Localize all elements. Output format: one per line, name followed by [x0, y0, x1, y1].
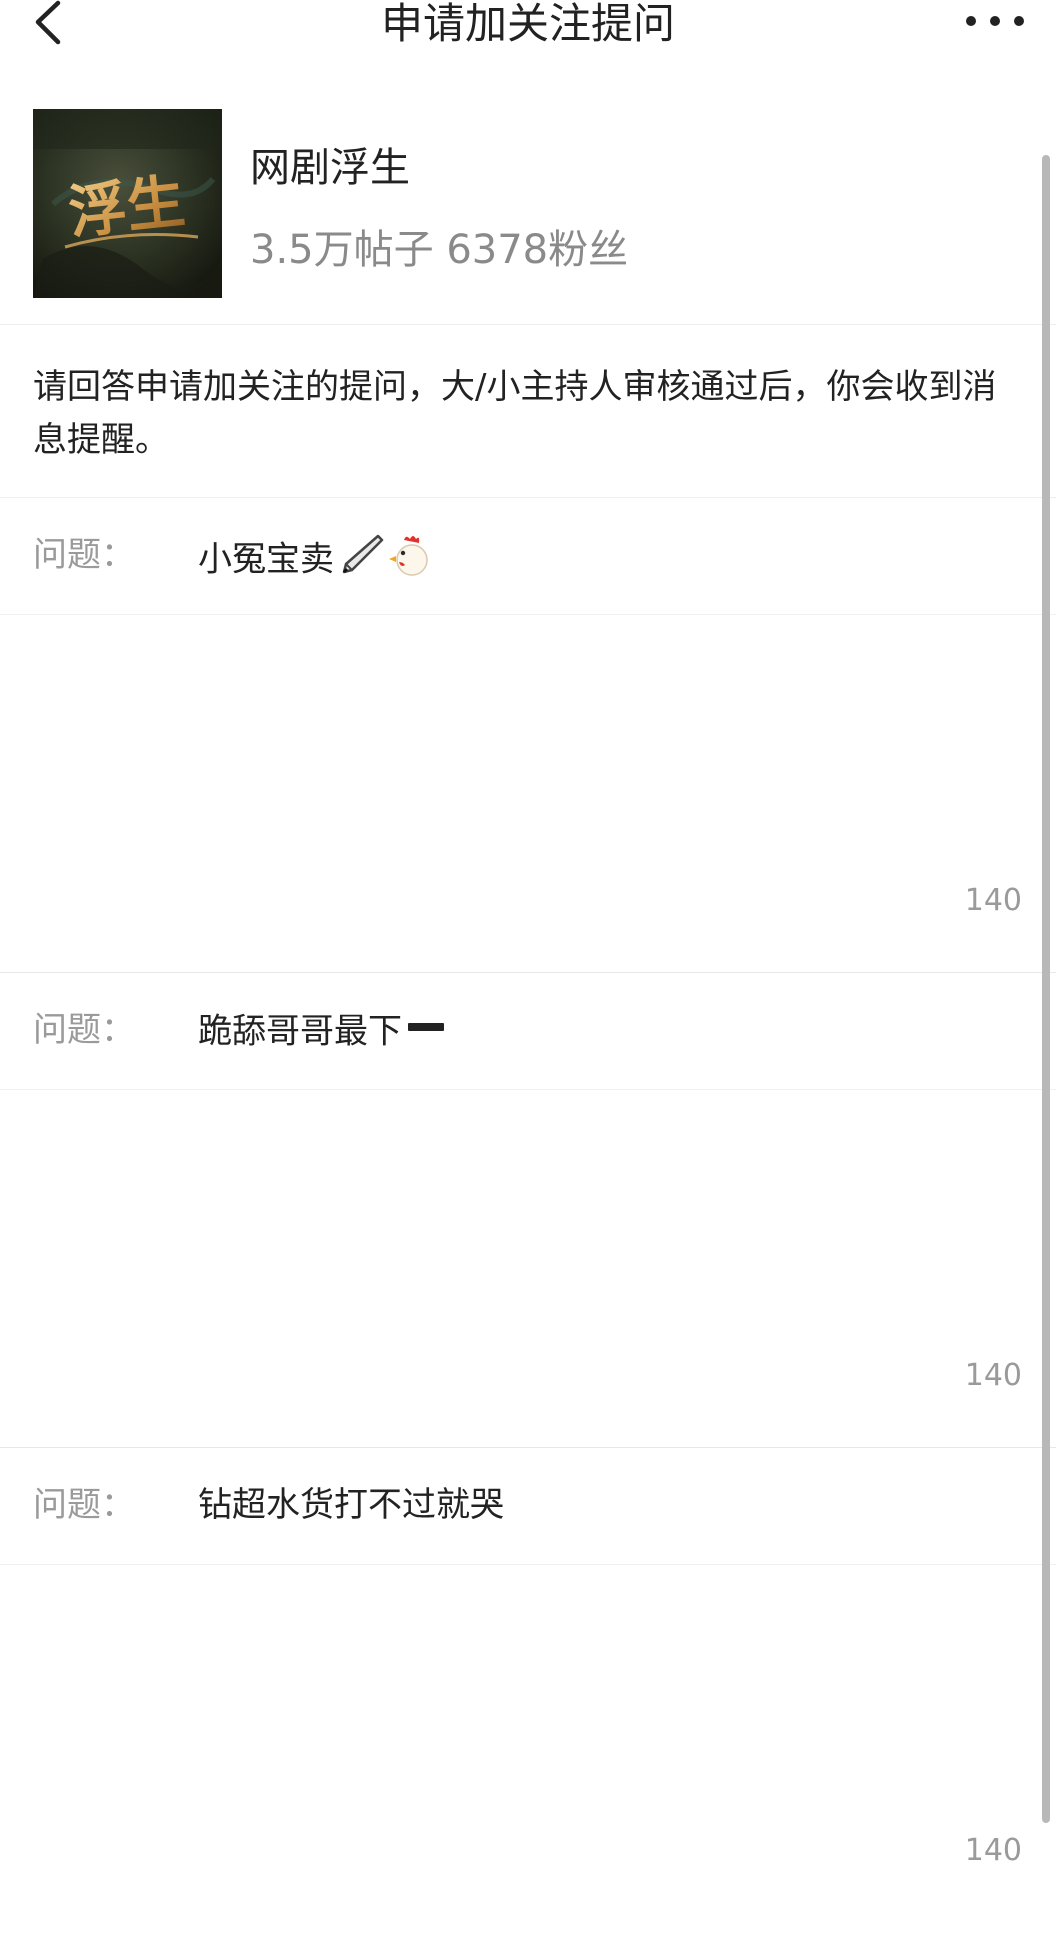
question-text-content: 钻超水货打不过就哭 [198, 1485, 504, 1525]
scrollbar[interactable] [1042, 155, 1050, 1823]
chicken-icon [388, 532, 434, 590]
question-block-3: 问题： 钻超水货打不过就哭 140 [0, 1448, 1056, 1942]
question-text: 跪舔哥哥最下 [198, 1007, 446, 1059]
page-title: 申请加关注提问 [380, 0, 675, 48]
question-label: 问题： [33, 1485, 135, 1525]
navigation-bar: 申请加关注提问 [0, 0, 1056, 81]
group-avatar-image: 浮生 [33, 109, 222, 298]
more-dots-icon [966, 16, 1024, 26]
char-counter: 140 [964, 1358, 1022, 1393]
group-stats: 3.5万帖子 6378粉丝 [250, 227, 629, 273]
page-content: 浮生 网剧浮生 3.5万帖子 6378粉丝 请回答申请加关注的提问，大/小主持人… [0, 80, 1056, 1942]
group-profile[interactable]: 浮生 网剧浮生 3.5万帖子 6378粉丝 [0, 80, 1056, 325]
char-counter: 140 [964, 1833, 1022, 1868]
answer-input[interactable] [0, 1565, 1056, 1801]
more-button[interactable] [960, 0, 1030, 44]
notice-text: 请回答申请加关注的提问，大/小主持人审核通过后，你会收到消息提醒。 [33, 367, 997, 460]
question-block-1: 问题： 小冤宝卖 140 [0, 498, 1056, 973]
question-text: 钻超水货打不过就哭 [198, 1482, 504, 1528]
answer-input[interactable] [0, 615, 1056, 851]
question-row: 问题： 跪舔哥哥最下 [0, 973, 1056, 1090]
question-row: 问题： 钻超水货打不过就哭 [0, 1448, 1056, 1565]
group-avatar[interactable]: 浮生 [33, 109, 222, 298]
question-label: 问题： [33, 535, 135, 575]
question-text-content: 小冤宝卖 [198, 539, 334, 580]
notice-section: 请回答申请加关注的提问，大/小主持人审核通过后，你会收到消息提醒。 [0, 325, 1056, 498]
answer-input[interactable] [0, 1090, 1056, 1326]
minus-icon [406, 1007, 446, 1059]
question-row: 问题： 小冤宝卖 [0, 498, 1056, 615]
question-block-2: 问题： 跪舔哥哥最下 140 [0, 973, 1056, 1448]
pen-icon [338, 532, 384, 590]
question-label: 问题： [33, 1010, 135, 1050]
question-text: 小冤宝卖 [198, 532, 434, 590]
char-counter: 140 [964, 883, 1022, 918]
group-name[interactable]: 网剧浮生 [250, 144, 410, 192]
question-text-content: 跪舔哥哥最下 [198, 1011, 402, 1052]
